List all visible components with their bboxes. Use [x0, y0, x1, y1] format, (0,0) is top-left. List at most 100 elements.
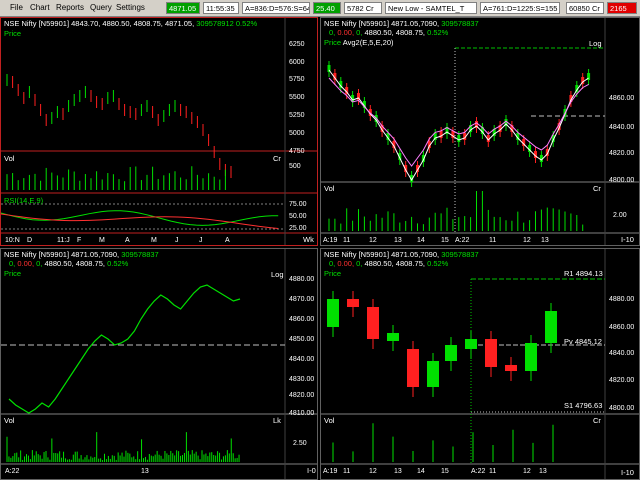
- y-tick-label: 4840.00: [609, 124, 634, 131]
- x-tick-label: A:19: [323, 237, 338, 244]
- price-label: Price: [4, 269, 22, 278]
- volume-value: 309578837: [121, 250, 159, 259]
- x-tick-label: A:19: [323, 468, 338, 475]
- percent-change: 0.52%: [427, 259, 449, 268]
- x-tick-label: 13: [394, 237, 402, 244]
- vol-label: Vol: [4, 154, 15, 163]
- avg-line-fast: [328, 69, 589, 181]
- y-tick-label: 5250: [289, 112, 305, 119]
- x-tick-label: A: [225, 237, 230, 244]
- vol-unit: Cr: [593, 184, 601, 193]
- menu-reports[interactable]: Reports: [56, 3, 84, 12]
- r1-label: R1 4894.13: [564, 269, 603, 278]
- rsi-label: RSI(14,E,9): [4, 196, 44, 205]
- y-tick-label: 4750: [289, 148, 305, 155]
- x-tick-label: M: [151, 237, 157, 244]
- chart-panel-pivots[interactable]: 4880.00 4860.00 4840.00 4820.00 4800.00 A:19 1…: [320, 248, 640, 480]
- chart-panel-intraday[interactable]: 4860.00 4840.00 4820.00 4800.00 2.00 A:19 11 12…: [320, 17, 640, 246]
- x-tick-label: A: [125, 237, 130, 244]
- vol-tick-label: 500: [289, 163, 301, 170]
- vol-tick-label: 2.00: [613, 212, 627, 219]
- vol-label: Vol: [4, 416, 15, 425]
- x-tick-label: 10:N: [5, 237, 20, 244]
- volume-value: 309578837: [441, 19, 479, 28]
- x-tick-label: M: [99, 237, 105, 244]
- x-tick-label: 12: [523, 237, 531, 244]
- x-tick-label: 14: [417, 468, 425, 475]
- candle-body: [427, 361, 439, 387]
- y-tick-label: 4860.00: [609, 324, 634, 331]
- sub-a: 0,: [329, 28, 336, 37]
- symbol-name: NSE Nifty [N59901]: [324, 250, 390, 259]
- chart-panel-tick[interactable]: 4880.00 4870.00 4860.00 4850.00 4840.00 4830.…: [0, 248, 318, 480]
- x-tick-label: 11:J: [57, 237, 70, 244]
- candle-body: [407, 349, 419, 387]
- sub-b: 0.00,: [337, 28, 355, 37]
- intraday-chart-canvas: 4860.00 4840.00 4820.00 4800.00 2.00 A:19 11 12…: [321, 18, 639, 245]
- pivot-label: Pv 4845.12: [564, 337, 602, 346]
- log-scale-label: Log: [271, 270, 284, 279]
- vol-unit: Cr: [273, 154, 281, 163]
- y-tick-label: 4800.00: [609, 405, 634, 412]
- panel-header: NSE Nifty [N59901] 4871.05,7090, 3095788…: [324, 250, 479, 259]
- sub-a: 0,: [329, 259, 336, 268]
- candle-body: [465, 339, 477, 349]
- y-tick-label: 4880.00: [609, 296, 634, 303]
- y-tick-label: 4840.00: [609, 350, 634, 357]
- y-tick-label: 4880.00: [289, 276, 314, 283]
- panel-subheader: 0, 0.00, 0, 4880.50, 4808.75, 0.52%: [329, 28, 448, 37]
- x-tick-label: 13: [141, 468, 149, 475]
- candle-body: [327, 299, 339, 327]
- sub-b: 0.00,: [17, 259, 35, 268]
- y-tick-label: 6000: [289, 59, 305, 66]
- x-tick-label: A:22: [5, 468, 20, 475]
- y-tick-label: 5500: [289, 94, 305, 101]
- y-tick-label: 4820.00: [289, 392, 314, 399]
- menu-settings[interactable]: Settings: [116, 3, 145, 12]
- sub-c: 0,: [356, 28, 363, 37]
- rsi-tick-label: 75.00: [289, 201, 307, 208]
- candle-body: [367, 307, 379, 339]
- x-tick-label: 13: [394, 468, 402, 475]
- x-tick-label: 13: [541, 237, 549, 244]
- y-tick-label: 4860.00: [289, 316, 314, 323]
- change-box: 25.40: [313, 2, 341, 14]
- sub-c: 0,: [356, 259, 363, 268]
- x-tick-label: 15: [441, 237, 449, 244]
- y-tick-label: 4820.00: [609, 150, 634, 157]
- volume-value: 309578837: [441, 250, 479, 259]
- candle-body: [525, 343, 537, 371]
- y-tick-label: 4830.00: [289, 376, 314, 383]
- sub-b: 0.00,: [337, 259, 355, 268]
- y-tick-label: 4800.00: [609, 177, 634, 184]
- candle-body: [347, 299, 359, 307]
- x-tick-label: 12: [369, 237, 377, 244]
- x-tick-label: A:22: [471, 468, 486, 475]
- y-tick-label: 4810.00: [289, 410, 314, 417]
- log-scale-label: Log: [589, 39, 602, 48]
- price-label: Price: [4, 29, 22, 38]
- x-tick-label: 11: [343, 237, 350, 244]
- x-tick-label: 11: [489, 237, 496, 244]
- menu-file[interactable]: File: [10, 3, 23, 12]
- chart-panel-weekly[interactable]: 6250 6000 5750 5500 5250 5000 4750 500 75.00 50.0…: [0, 17, 318, 246]
- percent-change: 0.52%: [427, 28, 449, 37]
- symbol-name: NSE Nifty [N59901]: [4, 19, 70, 28]
- x-tick-label: 12: [523, 468, 531, 475]
- pivot-chart-canvas: 4880.00 4860.00 4840.00 4820.00 4800.00 A:19 1…: [321, 249, 639, 479]
- x-tick-label: D: [27, 237, 32, 244]
- x-tick-label: J: [199, 237, 203, 244]
- turnover-box: 60850 Cr: [566, 2, 604, 14]
- panel-header: NSE Nifty [N59901] 4871.05,7090, 3095788…: [324, 19, 479, 28]
- percent-change: 0.52%: [235, 19, 258, 28]
- sub-c: 0,: [36, 259, 43, 268]
- price-box: 4871.05: [166, 2, 200, 14]
- advance-decline-box-2: A=761:D=1225:S=155: [480, 2, 560, 14]
- menu-query[interactable]: Query: [90, 3, 112, 12]
- vol-unit: Cr: [593, 416, 601, 425]
- y-tick-label: 4860.00: [609, 95, 634, 102]
- ohlc-values: 4871.05,7090,: [391, 19, 440, 28]
- y-tick-label: 5000: [289, 130, 305, 137]
- menu-chart[interactable]: Chart: [30, 3, 50, 12]
- panel-subheader: 0, 0.00, 0, 4880.50, 4808.75, 0.52%: [9, 259, 128, 268]
